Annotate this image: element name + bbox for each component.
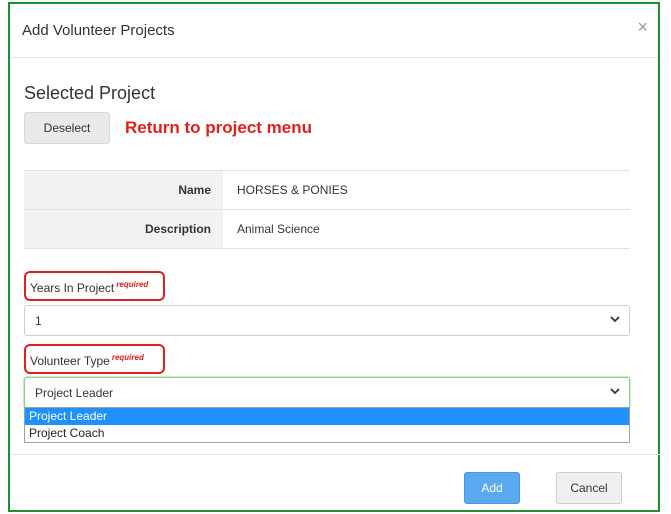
selected-project-heading: Selected Project xyxy=(24,83,156,103)
chevron-down-icon xyxy=(610,388,620,395)
name-label: Name xyxy=(24,170,223,210)
years-select-value: 1 xyxy=(35,314,42,328)
volunteer-type-field-label: Volunteer Type required xyxy=(30,353,144,368)
volunteer-type-select[interactable]: Project Leader xyxy=(24,377,630,408)
modal-header: Add Volunteer Projects × xyxy=(10,4,658,58)
dropdown-option-project-coach[interactable]: Project Coach xyxy=(25,425,629,442)
dropdown-option-project-leader[interactable]: Project Leader xyxy=(25,408,629,425)
volunteer-type-select-value: Project Leader xyxy=(35,386,114,400)
years-label-text: Years In Project xyxy=(30,281,115,295)
name-value: HORSES & PONIES xyxy=(223,170,630,210)
project-info-table: Name HORSES & PONIES Description Animal … xyxy=(24,170,630,249)
years-select[interactable]: 1 xyxy=(24,305,630,336)
deselect-button[interactable]: Deselect xyxy=(24,112,110,144)
table-row: Name HORSES & PONIES xyxy=(24,170,630,210)
return-annotation: Return to project menu xyxy=(125,118,313,137)
description-label: Description xyxy=(24,209,223,249)
add-button[interactable]: Add xyxy=(464,472,520,504)
modal-title: Add Volunteer Projects xyxy=(22,22,175,39)
description-value: Animal Science xyxy=(223,209,630,249)
chevron-down-icon xyxy=(610,316,620,323)
volunteer-type-required-tag: required xyxy=(111,353,144,362)
close-icon[interactable]: × xyxy=(637,18,648,36)
table-row: Description Animal Science xyxy=(24,209,630,249)
years-required-tag: required xyxy=(116,280,149,289)
cancel-button[interactable]: Cancel xyxy=(556,472,622,504)
volunteer-type-dropdown: Project Leader Project Coach xyxy=(24,407,630,443)
years-field-label: Years In Project required xyxy=(30,280,149,295)
volunteer-type-label-text: Volunteer Type xyxy=(30,354,110,368)
